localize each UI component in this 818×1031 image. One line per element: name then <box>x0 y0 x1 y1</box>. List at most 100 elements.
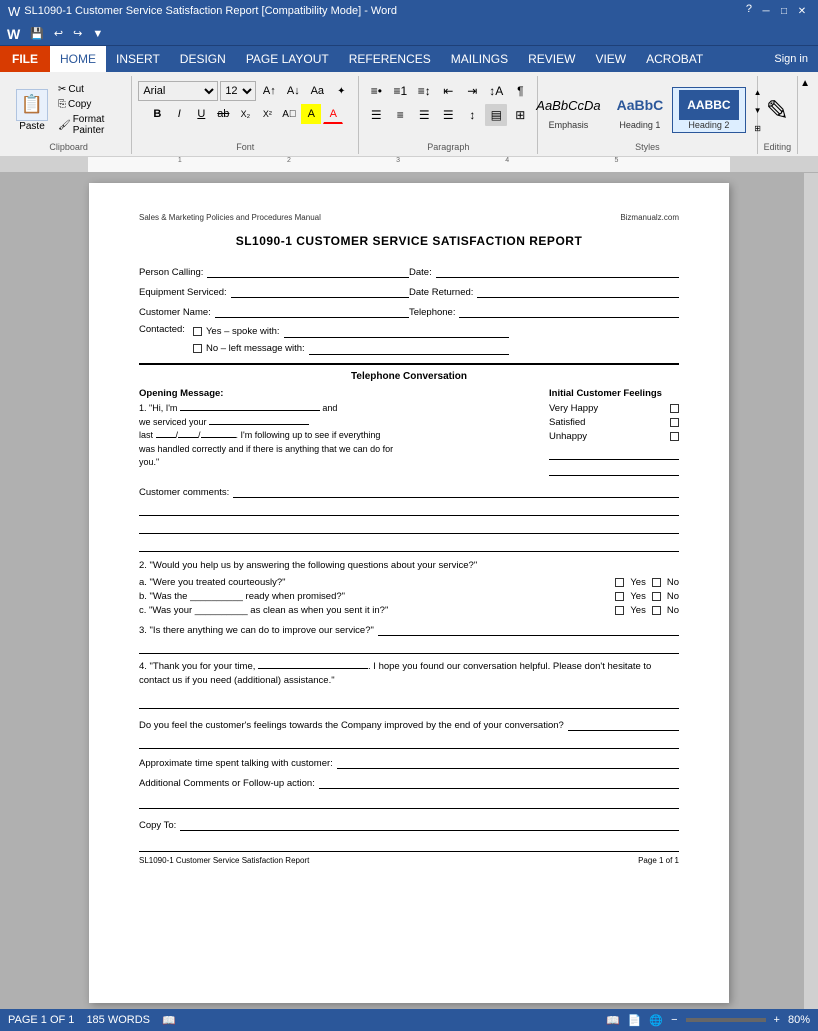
view-layout-button[interactable]: 📄 <box>628 1014 642 1027</box>
q2a-yes-checkbox[interactable] <box>615 578 624 587</box>
document-content[interactable]: Sales & Marketing Policies and Procedure… <box>14 173 804 1011</box>
additional-comments-input[interactable] <box>319 775 679 789</box>
q2b-yes-checkbox[interactable] <box>615 592 624 601</box>
approx-time-input[interactable] <box>337 755 679 769</box>
comments-row: Customer comments: <box>139 484 679 498</box>
superscript-button[interactable]: X² <box>257 104 277 124</box>
date-returned-input[interactable] <box>477 284 679 298</box>
mailings-menu[interactable]: MAILINGS <box>441 46 518 72</box>
maximize-button[interactable]: □ <box>776 3 792 19</box>
q2c-yes-checkbox[interactable] <box>615 606 624 615</box>
date-returned-field: Date Returned: <box>409 284 679 298</box>
borders-button[interactable]: ⊞ <box>509 104 531 126</box>
subscript-button[interactable]: X₂ <box>235 104 255 124</box>
q2b-no-checkbox[interactable] <box>652 592 661 601</box>
bullets-button[interactable]: ≡• <box>365 80 387 102</box>
show-formatting-button[interactable]: ¶ <box>509 80 531 102</box>
style-heading2[interactable]: AABBC Heading 2 <box>672 87 745 133</box>
font-color-button[interactable]: A <box>323 104 343 124</box>
yes-row: Yes – spoke with: <box>193 324 509 338</box>
line-spacing-button[interactable]: ↕ <box>461 104 483 126</box>
shrink-font-button[interactable]: A↓ <box>282 80 304 102</box>
satisfied-checkbox[interactable] <box>670 418 679 427</box>
copy-button[interactable]: ⎘ Copy <box>55 98 125 111</box>
view-menu[interactable]: VIEW <box>585 46 636 72</box>
comments-label: Customer comments: <box>139 487 229 498</box>
feelings-q-input[interactable] <box>568 717 679 731</box>
q2c-no-checkbox[interactable] <box>652 606 661 615</box>
comments-field-1[interactable] <box>233 484 679 498</box>
ribbon-collapse-button[interactable]: ▲ <box>798 76 812 154</box>
decrease-indent-button[interactable]: ⇤ <box>437 80 459 102</box>
italic-button[interactable]: I <box>169 104 189 124</box>
align-center-button[interactable]: ≡ <box>389 104 411 126</box>
q3-input[interactable] <box>378 622 679 636</box>
view-read-button[interactable]: 📖 <box>606 1014 620 1027</box>
change-case-button[interactable]: Aa <box>306 80 328 102</box>
date-input[interactable] <box>436 264 679 278</box>
question3-block: 3. "Is there anything we can do to impro… <box>139 622 679 654</box>
right-column: Initial Customer Feelings Very Happy Sat… <box>549 388 679 484</box>
style-heading1[interactable]: AaBbC Heading 1 <box>610 87 671 133</box>
telephone-input[interactable] <box>459 304 679 318</box>
redo-button[interactable]: ↪ <box>70 25 85 42</box>
cut-button[interactable]: ✂ Cut <box>55 83 125 96</box>
strikethrough-button[interactable]: ab <box>213 104 233 124</box>
zoom-slider[interactable] <box>686 1018 766 1022</box>
no-checkbox[interactable] <box>193 344 202 353</box>
undo-button[interactable]: ↩ <box>51 25 66 42</box>
font-name-select[interactable]: Arial <box>138 81 218 101</box>
increase-indent-button[interactable]: ⇥ <box>461 80 483 102</box>
sign-in-button[interactable]: Sign in <box>764 49 818 69</box>
sort-button[interactable]: ↕A <box>485 80 507 102</box>
review-menu[interactable]: REVIEW <box>518 46 585 72</box>
view-web-button[interactable]: 🌐 <box>649 1014 663 1027</box>
underline-button[interactable]: U <box>191 104 211 124</box>
save-button[interactable]: 💾 <box>27 25 47 42</box>
text-effects-button[interactable]: A⃟ <box>279 104 299 124</box>
unhappy-checkbox[interactable] <box>670 432 679 441</box>
paste-button[interactable]: 📋 Paste <box>12 87 52 134</box>
format-painter-button[interactable]: 🖌 Format Painter <box>55 113 125 137</box>
styles-gallery: AaBbCcDa Emphasis AaBbC Heading 1 AABBC … <box>529 84 765 136</box>
very-happy-checkbox[interactable] <box>670 404 679 413</box>
yes-spoke-input[interactable] <box>284 324 509 338</box>
person-calling-input[interactable] <box>207 264 409 278</box>
highlight-button[interactable]: A <box>301 104 321 124</box>
design-menu[interactable]: DESIGN <box>170 46 236 72</box>
numbering-button[interactable]: ≡1 <box>389 80 411 102</box>
clear-format-button[interactable]: ✦ <box>330 80 352 102</box>
file-menu[interactable]: FILE <box>0 46 50 72</box>
insert-menu[interactable]: INSERT <box>106 46 170 72</box>
zoom-out-button[interactable]: − <box>671 1014 677 1026</box>
customer-name-input[interactable] <box>215 304 409 318</box>
proofing-icon[interactable]: 📖 <box>162 1014 176 1027</box>
q2a-no-checkbox[interactable] <box>652 578 661 587</box>
font-size-select[interactable]: 12 <box>220 81 256 101</box>
close-button[interactable]: ✕ <box>794 3 810 19</box>
multilevel-list-button[interactable]: ≡↕ <box>413 80 435 102</box>
bold-button[interactable]: B <box>147 104 167 124</box>
help-icon[interactable]: ? <box>742 3 756 19</box>
zoom-in-button[interactable]: + <box>774 1014 780 1026</box>
align-right-button[interactable]: ☰ <box>413 104 435 126</box>
quick-access-dropdown[interactable]: ▼ <box>89 26 106 42</box>
shading-button[interactable]: ▤ <box>485 104 507 126</box>
copy-to-input[interactable] <box>180 817 679 831</box>
page-layout-menu[interactable]: PAGE LAYOUT <box>236 46 339 72</box>
no-left-input[interactable] <box>309 341 509 355</box>
grow-font-button[interactable]: A↑ <box>258 80 280 102</box>
style-emphasis[interactable]: AaBbCcDa Emphasis <box>529 87 607 133</box>
justify-button[interactable]: ☰ <box>437 104 459 126</box>
acrobat-menu[interactable]: ACROBAT <box>636 46 713 72</box>
home-menu[interactable]: HOME <box>50 46 106 72</box>
yes-spoke-label: Yes – spoke with: <box>206 326 280 337</box>
yes-checkbox[interactable] <box>193 327 202 336</box>
minimize-button[interactable]: ─ <box>758 3 774 19</box>
equipment-input[interactable] <box>231 284 409 298</box>
font-label: Font <box>236 142 254 152</box>
vertical-scrollbar[interactable] <box>804 173 818 1011</box>
align-left-button[interactable]: ☰ <box>365 104 387 126</box>
references-menu[interactable]: REFERENCES <box>339 46 441 72</box>
format-painter-icon: 🖌 <box>58 120 71 131</box>
